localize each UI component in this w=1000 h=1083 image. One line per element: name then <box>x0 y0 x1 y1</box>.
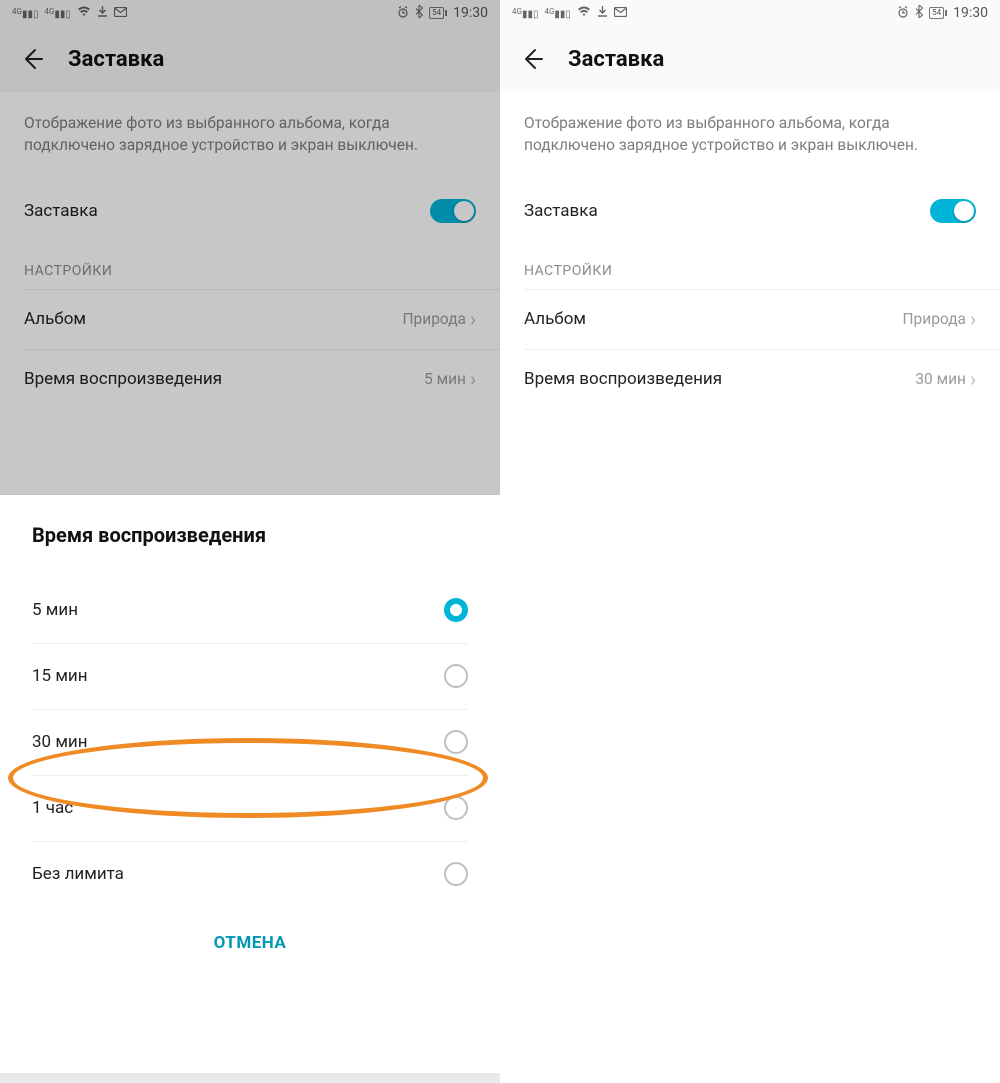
back-button[interactable] <box>20 47 44 71</box>
download-icon <box>97 6 108 20</box>
album-label: Альбом <box>24 309 86 329</box>
cancel-button[interactable]: ОТМЕНА <box>0 907 500 979</box>
option-label: 5 мин <box>32 600 78 620</box>
page-title: Заставка <box>68 47 164 72</box>
option-30min[interactable]: 30 мин <box>0 709 500 775</box>
playback-value: 5 мин <box>424 370 466 388</box>
status-time: 19:30 <box>953 5 988 21</box>
option-label: 15 мин <box>32 666 88 686</box>
wifi-icon <box>577 6 591 20</box>
settings-section-title: НАСТРОЙКИ <box>500 241 1000 289</box>
playback-label: Время воспроизведения <box>24 369 222 389</box>
playback-time-row[interactable]: Время воспроизведения 5 мин› <box>0 349 500 409</box>
alarm-icon <box>397 6 409 21</box>
album-row[interactable]: Альбом Природа› <box>0 289 500 349</box>
screensaver-toggle[interactable] <box>430 199 476 223</box>
radio-unselected-icon <box>444 862 468 886</box>
signal-2-icon: 4G▮▮▯ <box>544 7 570 20</box>
radio-unselected-icon <box>444 664 468 688</box>
playback-value: 30 мин <box>915 370 966 388</box>
download-icon <box>597 6 608 20</box>
chevron-right-icon: › <box>470 369 476 389</box>
battery-icon: 54 <box>929 7 947 19</box>
chevron-right-icon: › <box>970 309 976 329</box>
screensaver-toggle-row[interactable]: Заставка <box>0 181 500 241</box>
radio-unselected-icon <box>444 796 468 820</box>
status-bar: 4G▮▮▯ 4G▮▮▯ 54 19:30 <box>0 0 500 26</box>
back-button[interactable] <box>520 47 544 71</box>
dialog-footer-shadow <box>0 1073 500 1083</box>
bluetooth-icon <box>415 5 423 21</box>
phone-screenshot-right: 4G▮▮▯ 4G▮▮▯ 54 19:30 Зас <box>500 0 1000 1083</box>
description-text: Отображение фото из выбранного альбома, … <box>500 92 1000 181</box>
radio-unselected-icon <box>444 730 468 754</box>
signal-1-icon: 4G▮▮▯ <box>12 7 38 20</box>
description-text: Отображение фото из выбранного альбома, … <box>0 92 500 181</box>
option-1hour[interactable]: 1 час <box>0 775 500 841</box>
toggle-label: Заставка <box>24 201 98 221</box>
album-row[interactable]: Альбом Природа› <box>500 289 1000 349</box>
signal-2-icon: 4G▮▮▯ <box>44 7 70 20</box>
wifi-icon <box>77 6 91 20</box>
radio-selected-icon <box>444 598 468 622</box>
toggle-label: Заставка <box>524 201 598 221</box>
chevron-right-icon: › <box>970 369 976 389</box>
mail-icon <box>114 7 127 20</box>
status-bar: 4G▮▮▯ 4G▮▮▯ 54 19:30 <box>500 0 1000 26</box>
option-15min[interactable]: 15 мин <box>0 643 500 709</box>
album-label: Альбом <box>524 309 586 329</box>
option-label: 30 мин <box>32 732 88 752</box>
dialog-title: Время воспроизведения <box>0 523 500 577</box>
option-label: Без лимита <box>32 864 124 884</box>
mail-icon <box>614 7 627 20</box>
album-value: Природа <box>902 310 966 328</box>
playback-time-row[interactable]: Время воспроизведения 30 мин› <box>500 349 1000 409</box>
playback-label: Время воспроизведения <box>524 369 722 389</box>
screensaver-toggle-row[interactable]: Заставка <box>500 181 1000 241</box>
phone-screenshot-left: 4G▮▮▯ 4G▮▮▯ 54 19:30 Зас <box>0 0 500 1083</box>
battery-icon: 54 <box>429 7 447 19</box>
screensaver-toggle[interactable] <box>930 199 976 223</box>
option-5min[interactable]: 5 мин <box>0 577 500 643</box>
option-unlimited[interactable]: Без лимита <box>0 841 500 907</box>
status-time: 19:30 <box>453 5 488 21</box>
alarm-icon <box>897 6 909 21</box>
album-value: Природа <box>402 310 466 328</box>
playback-time-dialog: Время воспроизведения 5 мин 15 мин 30 ми… <box>0 495 500 1083</box>
signal-1-icon: 4G▮▮▯ <box>512 7 538 20</box>
app-header: Заставка <box>500 26 1000 92</box>
option-label: 1 час <box>32 798 73 818</box>
chevron-right-icon: › <box>470 309 476 329</box>
settings-section-title: НАСТРОЙКИ <box>0 241 500 289</box>
page-title: Заставка <box>568 47 664 72</box>
bluetooth-icon <box>915 5 923 21</box>
app-header: Заставка <box>0 26 500 92</box>
